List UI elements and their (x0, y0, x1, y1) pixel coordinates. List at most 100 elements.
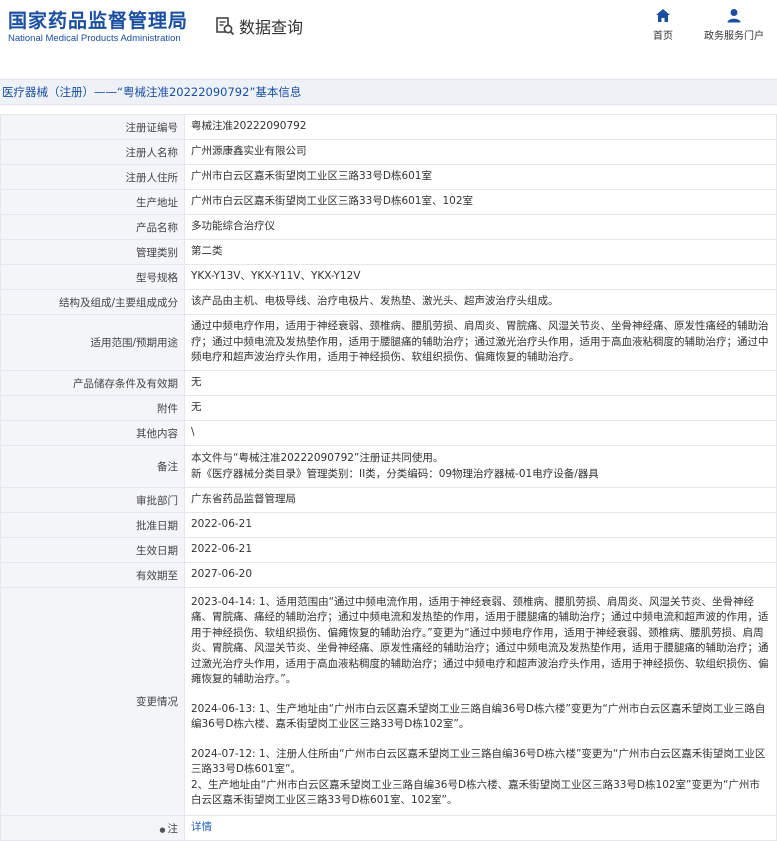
table-row: 产品名称 多功能综合治疗仪 (0, 214, 777, 240)
value-text: \ (191, 426, 195, 439)
table-row: 其他内容 \ (0, 420, 777, 446)
row-value: 2027-06-20 (184, 562, 777, 588)
row-label-text: 产品储存条件及有效期 (73, 377, 178, 390)
row-value: 无 (184, 395, 777, 421)
value-text: 粤械注准20222090792 (191, 120, 307, 133)
table-row: 注册人住所 广州市白云区嘉禾街望岗工业区三路33号D栋601室 (0, 164, 777, 190)
user-icon (727, 9, 741, 23)
row-label: 其他内容 (0, 420, 185, 446)
row-label-text: 型号规格 (136, 271, 178, 284)
row-label-text: 其他内容 (136, 427, 178, 440)
row-label: 产品储存条件及有效期 (0, 370, 185, 396)
row-label: 审批部门 (0, 487, 185, 513)
document-search-icon (216, 17, 235, 36)
value-text: 新《医疗器械分类目录》管理类别：II类，分类编码：09物理治疗器械-01电疗设备… (191, 467, 599, 480)
value-text: 2、生产地址由“广州市白云区嘉禾望岗工业三路自编36号D栋六楼、嘉禾街望岗工业区… (191, 778, 760, 807)
record-info-table: 注册证编号 粤械注准20222090792 注册人名称 广州源康鑫实业有限公司 注册人住… (0, 114, 777, 841)
value-text: 2022-06-21 (191, 543, 253, 556)
value-text: 2022-06-21 (191, 518, 253, 531)
table-row: 生产地址 广州市白云区嘉禾街望岗工业区三路33号D栋601室、102室 (0, 189, 777, 215)
row-value: 2023-04-14: 1、适用范围由“通过中频电流作用，适用于神经衰弱、颈椎病… (184, 587, 777, 816)
value-text: 无 (191, 376, 202, 389)
value-text: 通过中频电疗作用，适用于神经衰弱、颈椎病、腰肌劳损、肩周炎、胃脘痛、风湿关节炎、… (191, 320, 769, 364)
row-label: 有效期至 (0, 562, 185, 588)
row-value: 多功能综合治疗仪 (184, 214, 777, 240)
row-value: 通过中频电疗作用，适用于神经衰弱、颈椎病、腰肌劳损、肩周炎、胃脘痛、风湿关节炎、… (184, 314, 777, 371)
value-text: 2024-06-13: 1、生产地址由“广州市白云区嘉禾望岗工业三路自编36号D… (191, 702, 766, 731)
logo-en[interactable]: National Medical Products Administration (8, 33, 181, 44)
site-header: 国家药品监督管理局 National Medical Products Admi… (0, 0, 777, 64)
logo-cn[interactable]: 国家药品监督管理局 (8, 6, 188, 33)
row-value: 详情 (184, 815, 777, 841)
value-text: 无 (191, 401, 202, 414)
row-value: 广州市白云区嘉禾街望岗工业区三路33号D栋601室 (184, 164, 777, 190)
value-text: 广州市白云区嘉禾街望岗工业区三路33号D栋601室 (191, 170, 432, 183)
row-label-text: 注册证编号 (125, 121, 179, 134)
row-label-text: 备注 (157, 461, 178, 473)
row-label-text: 适用范围/预期用途 (90, 337, 178, 349)
row-label: 型号规格 (0, 264, 185, 290)
table-row: 审批部门 广东省药品监督管理局 (0, 487, 777, 513)
row-label-text: 生效日期 (136, 544, 178, 557)
table-row: 批准日期 2022-06-21 (0, 512, 777, 538)
row-label-text: 批准日期 (136, 519, 178, 532)
row-label-text: 审批部门 (136, 494, 178, 507)
row-value: 该产品由主机、电极导线、治疗电极片、发热垫、激光头、超声波治疗头组成。 (184, 289, 777, 315)
table-row: 备注 本文件与“粤械注准20222090792”注册证共同使用。 新《医疗器械分类目… (0, 445, 777, 488)
row-label: 注册人名称 (0, 139, 185, 165)
nav-home-label: 首页 (653, 31, 673, 42)
home-icon (656, 9, 670, 22)
row-label: 产品名称 (0, 214, 185, 240)
record-title: 医疗器械（注册）——“粤械注准20222090792”基本信息 (2, 85, 302, 99)
value-text: 广州源康鑫实业有限公司 (191, 145, 307, 158)
table-row: 产品储存条件及有效期无 (0, 370, 777, 396)
row-label: 生效日期 (0, 537, 185, 563)
row-label-text: 注 (167, 822, 179, 835)
value-text: 该产品由主机、电极导线、治疗电极片、发热垫、激光头、超声波治疗头组成。 (191, 295, 559, 308)
nav-service-portal[interactable]: 政务服务门户 (702, 8, 766, 42)
row-value: 无 (184, 370, 777, 396)
data-search-label: 数据查询 (239, 18, 304, 37)
row-label: 结构及组成/主要组成成分 (0, 289, 185, 315)
row-value: YKX-Y13V、YKX-Y11V、YKX-Y12V (184, 264, 777, 290)
details-link[interactable]: 详情 (191, 820, 770, 836)
table-row: 适用范围/预期用途 通过中频电疗作用，适用于神经衰弱、颈椎病、腰肌劳损、肩周炎、胃… (0, 314, 777, 371)
row-label: 批准日期 (0, 512, 185, 538)
table-row: 结构及组成/主要组成成分 该产品由主机、电极导线、治疗电极片、发热垫、激光头、超声… (0, 289, 777, 315)
value-text: YKX-Y13V、YKX-Y11V、YKX-Y12V (191, 270, 361, 283)
row-value: 广东省药品监督管理局 (184, 487, 777, 513)
value-text: 2024-07-12: 1、注册人住所由“广州市白云区嘉禾望岗工业三路自编36号… (191, 747, 766, 776)
row-value: 广州源康鑫实业有限公司 (184, 139, 777, 165)
row-label: 注册证编号 (0, 114, 185, 140)
row-label-text: 变更情况 (136, 696, 178, 708)
table-row: 变更情况 2023-04-14: 1、适用范围由“通过中频电流作用，适用于神经衰弱… (0, 587, 777, 816)
table-row: ● 注详情 (0, 815, 777, 841)
row-value: 广州市白云区嘉禾街望岗工业区三路33号D栋601室、102室 (184, 189, 777, 215)
value-text: 广州市白云区嘉禾街望岗工业区三路33号D栋601室、102室 (191, 195, 474, 208)
row-value: 粤械注准20222090792 (184, 114, 777, 140)
value-text: 本文件与“粤械注准20222090792”注册证共同使用。 (191, 452, 444, 464)
data-search-title[interactable]: 数据查询 (215, 14, 303, 38)
table-row: 生效日期 2022-06-21 (0, 537, 777, 563)
row-label: 附件 (0, 395, 185, 421)
row-label: ● 注 (0, 815, 185, 841)
row-label: 备注 (0, 445, 185, 488)
row-value: \ (184, 420, 777, 446)
row-label-text: 生产地址 (136, 196, 178, 209)
row-label-text: 管理类别 (136, 246, 178, 259)
row-label: 注册人住所 (0, 164, 185, 190)
nav-home[interactable]: 首页 (633, 8, 693, 42)
row-label-text: 注册人住所 (125, 171, 179, 184)
value-text: 2027-06-20 (191, 568, 253, 581)
row-label: 适用范围/预期用途 (0, 314, 185, 371)
row-label-text: 有效期至 (136, 569, 178, 582)
row-value: 本文件与“粤械注准20222090792”注册证共同使用。新《医疗器械分类目录》… (184, 445, 777, 488)
row-label-text: 产品名称 (136, 221, 178, 234)
row-label: 管理类别 (0, 239, 185, 265)
table-row: 附件无 (0, 395, 777, 421)
row-label-text: 注册人名称 (125, 146, 179, 159)
info-dot-icon: ● (159, 825, 166, 834)
row-value: 第二类 (184, 239, 777, 265)
row-label: 变更情况 (0, 587, 185, 816)
